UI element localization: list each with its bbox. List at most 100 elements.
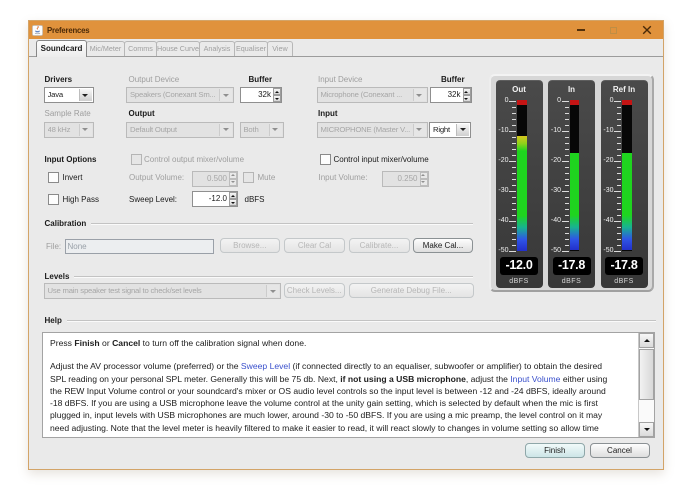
meter-fill [517,136,527,251]
meter-tick [512,155,516,156]
meter-tick [562,101,569,102]
help-line-3: the REW Input Volume control or your sou… [50,385,636,397]
meter-tick [617,173,621,174]
help-section-header: Help [45,316,656,325]
meter-tick [617,233,621,234]
help-text-segment: either using [560,374,607,384]
input-channel-combo[interactable]: Right [429,122,471,138]
meter-tick [512,137,516,138]
meter-tick [512,245,516,246]
scroll-up-button[interactable] [639,333,654,348]
meter-tick-label: 0 [547,97,561,104]
meter-tick [565,239,569,240]
sweep-level-spinner[interactable]: -12.0 [192,191,238,207]
help-text-bold: Finish [74,338,99,348]
meter-tick [512,239,516,240]
minimize-button[interactable] [564,21,597,39]
meter-tick [617,227,621,228]
meter-tick [617,185,621,186]
tab-analysis[interactable]: Analysis [199,41,235,56]
invert-label: Invert [63,173,83,183]
meter-tick [617,119,621,120]
help-link[interactable]: Input Volume [510,374,560,384]
input-device-combo-value: Microphone (Conexant ... [321,88,413,102]
meter-ref-in: Ref In0-10-20-30-40-50-17.8dBFS [601,80,648,289]
meter-tick [614,221,621,222]
check-levels-button: Check Levels... [284,283,345,298]
spinner-up-icon [273,88,281,95]
chevron-down-icon [79,124,92,136]
meter-tick [509,221,516,222]
drivers-combo[interactable]: Java [44,87,94,103]
meter-tick [617,149,621,150]
meter-tick [565,125,569,126]
meter-tick [614,101,621,102]
meter-tick [565,197,569,198]
output-combo-value: Default Output [130,123,219,137]
meter-tick [565,107,569,108]
spinner-up-icon [229,172,237,179]
spinner-buttons[interactable] [463,88,471,102]
tab-comms[interactable]: Comms [124,41,157,56]
spinner-buttons[interactable] [420,172,428,186]
tab-view[interactable]: View [267,41,293,56]
levels-signal-combo: Use main speaker test signal to check/se… [44,283,282,299]
output-volume-spinner: 0.500 [192,171,238,187]
help-text-segment: (if connected directly to an equaliser, … [290,361,602,371]
tab-soundcard[interactable]: Soundcard [36,40,87,57]
help-link[interactable]: Sweep Level [241,361,290,371]
meter-tick [565,245,569,246]
finish-button[interactable]: Finish [525,443,586,458]
tab-list: SoundcardMic/MeterCommsHouse CurveAnalys… [36,41,292,57]
buffer-in-spinner[interactable]: 32k [430,87,472,103]
meter-tick [512,149,516,150]
high-pass-checkbox[interactable] [48,194,59,205]
output-device-label: Output Device [129,75,180,85]
buffer-in-spinner-value: 32k [433,88,461,102]
meter-tick [617,155,621,156]
soundcard-panel: DriversOutput DeviceBufferInput DeviceBu… [29,57,663,469]
meter-tick-label: -30 [547,187,561,194]
levels-section-header: Levels [45,272,474,281]
chevron-down-icon [413,124,426,136]
cancel-button[interactable]: Cancel [590,443,650,458]
meter-unit: dBFS [601,278,648,285]
make-cal-button[interactable]: Make Cal... [413,238,473,253]
tab-equaliser[interactable]: Equaliser [234,41,268,56]
meter-tick [617,143,621,144]
spinner-up-icon [420,172,428,179]
meter-clip-indicator [570,100,580,105]
invert-checkbox[interactable] [48,172,59,183]
close-icon [642,25,652,35]
meter-tick [617,245,621,246]
close-button[interactable] [630,21,663,39]
scroll-thumb[interactable] [639,349,654,400]
input-volume-spinner: 0.250 [382,171,429,187]
calibration-section-header-title: Calibration [45,219,87,228]
spinner-buttons[interactable] [229,172,237,186]
spinner-buttons[interactable] [229,192,237,206]
chevron-down-icon [269,124,282,136]
tab-house-curve[interactable]: House Curve [156,41,200,56]
maximize-button[interactable] [597,21,630,39]
help-text-segment: plugged in, input levels with USB microp… [50,410,602,420]
control-input-checkbox[interactable] [320,154,331,165]
meter-tick [565,185,569,186]
meter-clip-indicator [517,100,527,105]
help-text-segment: for it to settle. [50,435,102,437]
help-intro-line: Press Finish or Cancel to turn off the c… [50,337,636,349]
meter-tick [512,167,516,168]
spinner-buttons[interactable] [273,88,281,102]
meter-tick-label: -40 [495,217,509,224]
meter-tick-label: -50 [600,247,614,254]
meter-tick-label: -50 [495,247,509,254]
scroll-down-button[interactable] [639,422,654,437]
meter-tick [565,137,569,138]
help-scrollbar[interactable] [638,333,654,437]
help-text-bold: Cancel [112,338,140,348]
meter-tick [512,197,516,198]
buffer-out-spinner[interactable]: 32k [240,87,282,103]
tab-mic-meter[interactable]: Mic/Meter [86,41,125,56]
meter-label: In [548,85,595,94]
meter-tick [617,215,621,216]
